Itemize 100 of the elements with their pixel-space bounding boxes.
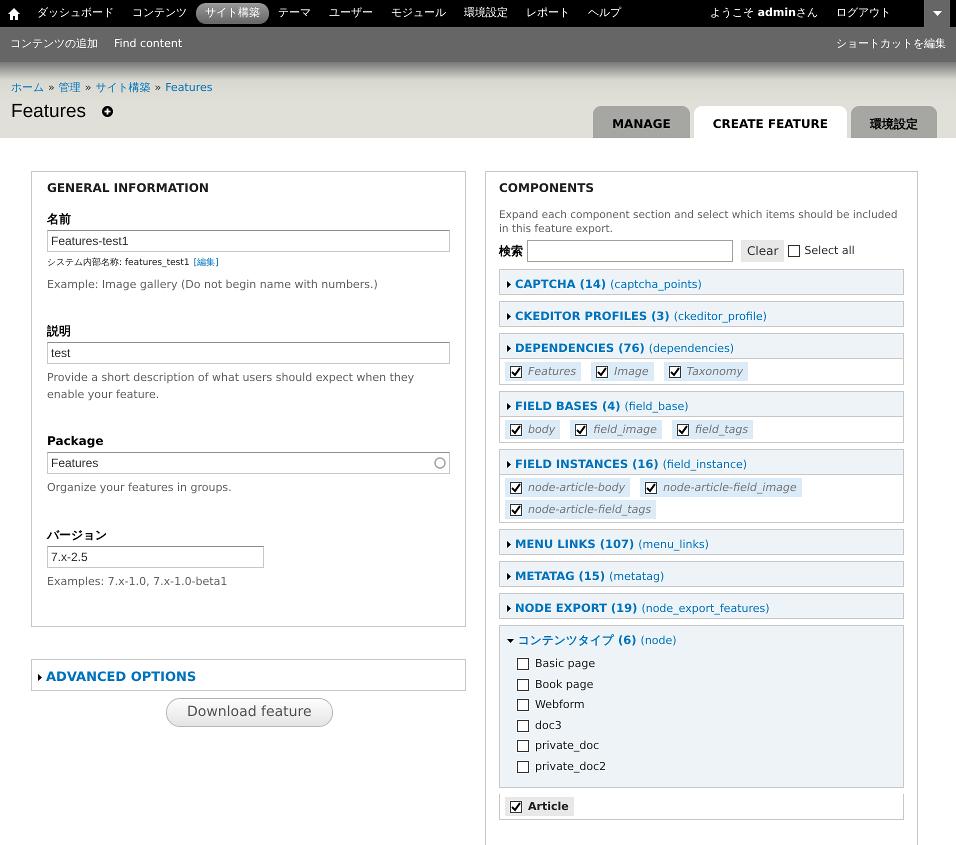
field-label: バージョン [47, 526, 108, 544]
home-icon[interactable] [8, 8, 20, 20]
section-toggle[interactable]: FIELD INSTANCES (16) [515, 456, 659, 473]
input-field[interactable]: test [47, 342, 450, 364]
caret-down-icon [932, 11, 942, 16]
checkbox[interactable] [596, 366, 608, 378]
menu-item[interactable]: ヘルプ [579, 3, 630, 24]
welcome-text: ようこそ adminさん [709, 5, 819, 22]
add-shortcut-icon[interactable] [102, 106, 113, 118]
menu-item[interactable]: モジュール [382, 3, 455, 24]
checkbox[interactable] [788, 245, 800, 257]
machine-name-text: (ckeditor_profile) [674, 309, 767, 325]
selected-item-tag[interactable]: field_tags [672, 420, 754, 439]
field-description: Examples: 7.x-1.0, 7.x-1.0-beta1 [47, 574, 228, 590]
selected-item-tag[interactable]: field_image [570, 420, 662, 439]
selected-item-tag[interactable]: Taxonomy [664, 362, 748, 381]
checkbox[interactable] [517, 658, 529, 670]
machine-name-text: (menu_links) [638, 537, 709, 553]
selected-item-tag[interactable]: Image [591, 362, 654, 381]
checkbox[interactable] [676, 424, 689, 436]
dropdown-toggle[interactable] [924, 0, 950, 27]
section-toggle[interactable]: コンテンツタイプ (6) [518, 632, 637, 649]
field-description: Provide a short description of what users should expect when they enable your feature. [47, 370, 416, 402]
breadcrumb-separator: » [48, 80, 55, 96]
field-description: Organize your features in groups. [47, 480, 233, 496]
checkbox[interactable] [510, 800, 522, 812]
shortcut-link[interactable]: コンテンツの追加 [10, 36, 98, 53]
tab[interactable]: MANAGE [593, 106, 690, 138]
selected-item-tag[interactable]: node-article-field_image [640, 478, 802, 497]
input-field[interactable]: Features [47, 452, 450, 474]
machine-name-text: (field_instance) [662, 457, 748, 473]
checkbox[interactable] [645, 482, 658, 494]
checkbox-label: doc3 [535, 718, 562, 734]
field-label: Package [47, 433, 104, 450]
machine-name-text: (node) [640, 633, 677, 649]
menu-item[interactable]: ダッシュボード [28, 3, 123, 24]
section-toggle[interactable]: ADVANCED OPTIONS [46, 668, 196, 688]
breadcrumb-link[interactable]: ホーム [11, 80, 44, 96]
section-toggle[interactable]: NODE EXPORT (19) [515, 600, 638, 617]
machine-name-text: (captcha_points) [610, 277, 702, 293]
breadcrumb-separator: » [84, 80, 92, 96]
menu-item[interactable]: テーマ [269, 3, 320, 24]
menu-item[interactable]: コンテンツ [123, 3, 196, 24]
shortcut-link[interactable]: Find content [114, 36, 182, 53]
field-label: 説明 [47, 323, 72, 340]
selected-item-tag[interactable]: node-article-field_tags [505, 500, 656, 519]
section-toggle[interactable]: CKEDITOR PROFILES (3) [515, 308, 670, 325]
tab[interactable]: 環境設定 [851, 106, 937, 138]
input-field[interactable]: 7.x-2.5 [47, 546, 264, 568]
selected-item-tag[interactable]: Article [505, 797, 574, 816]
checkbox[interactable] [517, 740, 529, 752]
selected-item-tag[interactable]: Features [505, 362, 582, 381]
checkbox[interactable] [517, 678, 529, 691]
breadcrumb-link[interactable]: Features [165, 80, 213, 96]
section-toggle[interactable]: DEPENDENCIES (76) [515, 340, 645, 357]
fieldset-legend: GENERAL INFORMATION [47, 180, 450, 196]
throbber-icon [434, 457, 446, 469]
checkbox-label: private_doc [535, 738, 600, 754]
section-toggle[interactable]: MENU LINKS (107) [515, 536, 634, 553]
machine-name-text: (metatag) [609, 569, 664, 585]
selected-item-tag[interactable]: body [505, 420, 560, 439]
section-toggle[interactable]: CAPTCHA (14) [515, 276, 606, 293]
fieldset-description: Expand each component section and select which items should be included in this feature export. [499, 208, 899, 236]
checkbox[interactable] [575, 424, 588, 436]
selected-item-tag[interactable]: node-article-body [505, 478, 630, 497]
tab[interactable]: CREATE FEATURE [694, 106, 847, 138]
checkbox-label: private_doc2 [535, 758, 606, 775]
checkbox-label: Basic page [535, 656, 596, 672]
machine-name-text: (field_base) [624, 399, 689, 415]
menu-item[interactable]: 環境設定 [455, 3, 517, 24]
clear-button[interactable]: Clear [741, 240, 784, 262]
edit-shortcuts-link[interactable]: ショートカットを編集 [836, 36, 946, 53]
machine-name-text: (dependencies) [648, 341, 734, 357]
checkbox[interactable] [668, 366, 681, 378]
checkbox[interactable] [517, 720, 529, 732]
section-toggle[interactable]: METATAG (15) [515, 568, 606, 585]
menu-item[interactable]: サイト構築 [196, 3, 269, 24]
checkbox[interactable] [517, 699, 529, 712]
section-toggle[interactable]: FIELD BASES (4) [515, 398, 620, 415]
checkbox-label: Webform [535, 697, 585, 713]
field-label: 名前 [47, 211, 72, 228]
logout-link[interactable]: ログアウト [827, 3, 900, 24]
checkbox-label: Select all [804, 242, 855, 259]
download-button[interactable]: Download feature [166, 698, 333, 726]
edit-link[interactable]: [編集] [194, 257, 219, 270]
checkbox-label: Book page [535, 676, 594, 692]
search-field[interactable] [527, 240, 733, 262]
checkbox[interactable] [517, 760, 529, 773]
checkbox[interactable] [510, 504, 522, 516]
menu-item[interactable]: ユーザー [320, 3, 382, 24]
menu-item[interactable]: レポート [517, 3, 579, 24]
breadcrumb-link[interactable]: 管理 [58, 80, 81, 96]
search-label: 検索 [499, 243, 523, 260]
checkbox[interactable] [510, 366, 522, 378]
breadcrumb-separator: » [154, 80, 162, 96]
input-field[interactable]: Features-test1 [47, 230, 450, 252]
breadcrumb-link[interactable]: サイト構築 [95, 80, 150, 96]
checkbox[interactable] [510, 424, 522, 436]
page-title: Features [11, 100, 86, 124]
checkbox[interactable] [510, 482, 522, 494]
